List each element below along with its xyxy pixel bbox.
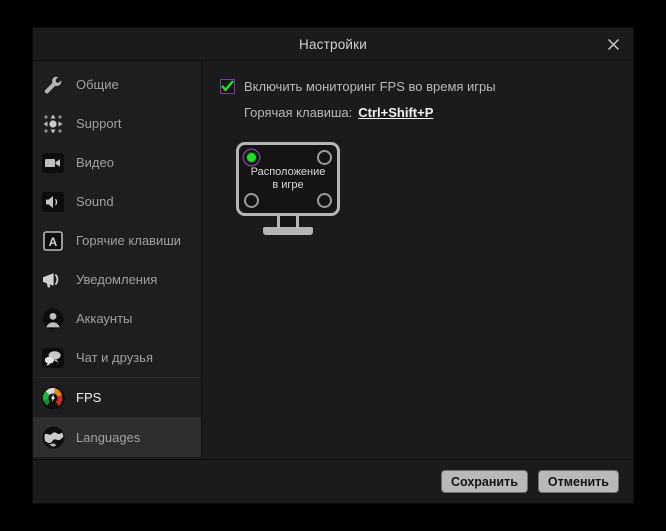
dialog-body: Общие Support Видео Sound A Горячие клав… <box>33 61 633 459</box>
sidebar-item-hotkeys[interactable]: A Горячие клавиши <box>33 221 201 260</box>
titlebar: Настройки <box>33 28 633 61</box>
sidebar-item-support[interactable]: Support <box>33 104 201 143</box>
cancel-button[interactable]: Отменить <box>537 470 619 493</box>
enable-fps-monitor-checkbox[interactable] <box>220 79 235 94</box>
sidebar-item-label: Languages <box>76 430 141 445</box>
monitor-stand <box>263 227 313 235</box>
sidebar-item-label: FPS <box>76 390 102 405</box>
monitor-screen: Расположение в игре <box>236 142 340 216</box>
wrench-icon <box>40 72 66 98</box>
fps-settings-panel: Включить мониторинг FPS во время игры Го… <box>202 61 633 459</box>
globe-icon <box>40 425 66 451</box>
sidebar-item-general[interactable]: Общие <box>33 65 201 104</box>
sidebar-item-label: Sound <box>76 194 114 209</box>
overlay-position-picker: Расположение в игре <box>236 142 340 235</box>
save-button[interactable]: Сохранить <box>440 470 528 493</box>
sidebar-item-accounts[interactable]: Аккаунты <box>33 299 201 338</box>
enable-fps-monitor-row: Включить мониторинг FPS во время игры <box>220 79 633 94</box>
sidebar-item-label: Горячие клавиши <box>76 233 181 248</box>
enable-fps-monitor-label: Включить мониторинг FPS во время игры <box>244 79 496 94</box>
sidebar-item-fps[interactable]: FPS <box>33 378 201 417</box>
close-button[interactable] <box>593 28 633 61</box>
speaker-icon <box>40 189 66 215</box>
overlay-position-label-line1: Расположение <box>250 166 326 179</box>
sidebar-item-label: Support <box>76 116 122 131</box>
position-radio-top-right[interactable] <box>317 150 332 165</box>
sidebar-item-label: Аккаунты <box>76 311 133 326</box>
monitor-neck <box>277 216 299 227</box>
dialog-footer: Сохранить Отменить <box>33 459 633 503</box>
sidebar-item-label: Общие <box>76 77 119 92</box>
fps-gauge-icon <box>40 385 66 411</box>
settings-sidebar: Общие Support Видео Sound A Горячие клав… <box>33 61 202 459</box>
hotkey-row: Горячая клавиша: Ctrl+Shift+P <box>244 105 633 120</box>
page-title: Настройки <box>299 36 367 52</box>
svg-text:A: A <box>49 235 58 249</box>
keyboard-key-a-icon: A <box>40 228 66 254</box>
hotkey-label: Горячая клавиша: <box>244 105 353 120</box>
chat-bubbles-icon <box>40 345 66 371</box>
support-dpad-icon <box>40 111 66 137</box>
hotkey-value-link[interactable]: Ctrl+Shift+P <box>358 105 433 120</box>
sidebar-item-label: Видео <box>76 155 114 170</box>
sidebar-item-sound[interactable]: Sound <box>33 182 201 221</box>
user-avatar-icon <box>40 306 66 332</box>
position-radio-bottom-right[interactable] <box>317 193 332 208</box>
megaphone-icon <box>40 267 66 293</box>
position-radio-top-left[interactable] <box>244 150 259 165</box>
sidebar-item-label: Уведомления <box>76 272 158 287</box>
close-icon <box>606 37 621 52</box>
position-radio-bottom-left[interactable] <box>244 193 259 208</box>
overlay-position-label: Расположение в игре <box>239 166 337 191</box>
sidebar-item-video[interactable]: Видео <box>33 143 201 182</box>
sidebar-item-notifications[interactable]: Уведомления <box>33 260 201 299</box>
sidebar-item-chat-and-friends[interactable]: Чат и друзья <box>33 338 201 377</box>
settings-dialog: Настройки Общие Support Видео Sound A Го… <box>33 28 633 503</box>
sidebar-item-languages[interactable]: Languages <box>33 418 201 457</box>
overlay-position-label-line2: в игре <box>272 179 304 191</box>
video-camera-icon <box>40 150 66 176</box>
checkmark-icon <box>221 80 234 93</box>
screen: Настройки Общие Support Видео Sound A Го… <box>0 0 666 531</box>
sidebar-item-label: Чат и друзья <box>76 350 153 365</box>
